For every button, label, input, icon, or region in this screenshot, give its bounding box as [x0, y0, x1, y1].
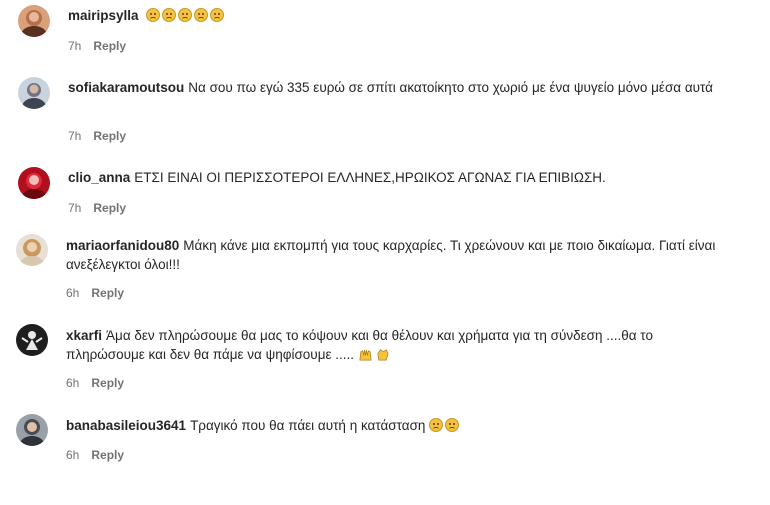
reply-button[interactable]: Reply — [93, 39, 126, 53]
crying-face-icon — [178, 8, 193, 22]
comment-text: ΕΤΣΙ ΕΙΝΑΙ ΟΙ ΠΕΡΙΣΣΟΤΕΡΟΙ ΕΛΛΗΝΕΣ,ΗΡΩΙΚ… — [134, 170, 606, 185]
comment-time: 7h — [68, 129, 82, 143]
reply-button[interactable]: Reply — [91, 286, 124, 300]
crying-face-icon — [429, 418, 444, 432]
avatar[interactable] — [16, 234, 48, 266]
comment-time: 7h — [68, 39, 82, 53]
crying-face-icon — [162, 8, 177, 22]
comment-text: Τραγικό που θα πάει αυτή η κατάσταση — [190, 418, 426, 433]
username[interactable]: mariaorfanidou80 — [66, 238, 179, 253]
crying-face-icon — [210, 8, 225, 22]
username[interactable]: sofiakaramoutsou — [68, 80, 184, 95]
avatar[interactable] — [18, 5, 50, 37]
username[interactable]: banabasileiou3641 — [66, 418, 186, 433]
reply-button[interactable]: Reply — [91, 448, 124, 462]
reply-button[interactable]: Reply — [93, 129, 126, 143]
avatar[interactable] — [18, 167, 50, 199]
reply-button[interactable]: Reply — [91, 376, 124, 390]
raising-hands-icon — [359, 349, 372, 361]
reply-button[interactable]: Reply — [93, 201, 126, 215]
username[interactable]: clio_anna — [68, 170, 130, 185]
avatar[interactable] — [18, 77, 50, 109]
crying-face-icon — [445, 418, 460, 432]
crying-face-icon — [146, 8, 161, 22]
username[interactable]: mairipsylla — [68, 8, 139, 23]
comment-time: 6h — [66, 376, 80, 390]
comment-text: Να σου πω εγώ 335 ευρώ σε σπίτι ακατοίκη… — [188, 80, 713, 95]
comment-time: 6h — [66, 286, 80, 300]
avatar[interactable] — [16, 324, 48, 356]
comment-time: 7h — [68, 201, 82, 215]
avatar[interactable] — [16, 414, 48, 446]
crying-face-icon — [194, 8, 209, 22]
clapping-hands-icon — [377, 349, 389, 361]
username[interactable]: xkarfi — [66, 328, 102, 343]
comment-time: 6h — [66, 448, 80, 462]
